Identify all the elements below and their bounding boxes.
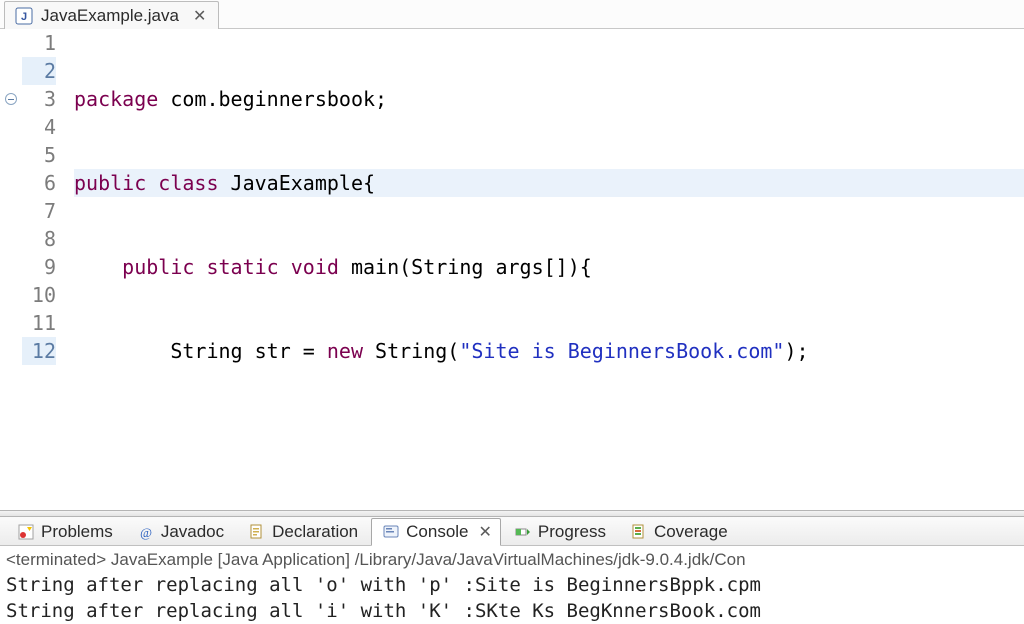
tab-label: Javadoc — [161, 522, 224, 542]
line-number: 7 — [22, 197, 56, 225]
gutter-marks — [0, 29, 22, 510]
editor-body[interactable]: 1 2 3 4 5 6 7 8 9 10 11 12 package com.b… — [0, 29, 1024, 510]
line-number: 4 — [22, 113, 56, 141]
tab-declaration[interactable]: Declaration — [237, 518, 369, 545]
tab-progress[interactable]: Progress — [503, 518, 617, 545]
line-number: 2 — [22, 57, 56, 85]
javadoc-icon: @ — [137, 523, 155, 541]
console-output-line: String after replacing all 'o' with 'p' … — [6, 572, 1018, 598]
console-icon — [382, 523, 400, 541]
line-number: 10 — [22, 281, 56, 309]
fold-icon[interactable] — [5, 93, 17, 105]
line-number-gutter: 1 2 3 4 5 6 7 8 9 10 11 12 — [22, 29, 66, 510]
line-number: 3 — [22, 85, 56, 113]
ide-root: J JavaExample.java ✕ 1 2 3 4 5 6 7 8 9 1 — [0, 0, 1024, 624]
svg-text:J: J — [21, 11, 27, 23]
tab-label: Problems — [41, 522, 113, 542]
tab-label: Progress — [538, 522, 606, 542]
java-file-icon: J — [15, 7, 33, 25]
progress-icon — [514, 523, 532, 541]
editor-tab-bar: J JavaExample.java ✕ — [0, 0, 1024, 29]
close-icon[interactable]: ✕ — [479, 522, 490, 542]
tab-label: Console — [406, 522, 468, 542]
line-number: 6 — [22, 169, 56, 197]
editor-tab-javaexample[interactable]: J JavaExample.java ✕ — [4, 1, 219, 29]
console-output-line: String after replacing all 'i' with 'K' … — [6, 598, 1018, 624]
line-number: 12 — [22, 337, 56, 365]
console-panel: <terminated> JavaExample [Java Applicati… — [0, 546, 1024, 624]
console-status: <terminated> JavaExample [Java Applicati… — [6, 548, 1018, 572]
svg-text:@: @ — [140, 525, 152, 540]
editor-tab-label: JavaExample.java — [41, 6, 179, 26]
tab-problems[interactable]: Problems — [6, 518, 124, 545]
close-icon[interactable]: ✕ — [193, 6, 204, 26]
line-number: 1 — [22, 29, 56, 57]
line-number: 8 — [22, 225, 56, 253]
bottom-view-tabs: Problems @ Javadoc Declaration Console ✕ — [0, 517, 1024, 546]
coverage-icon — [630, 523, 648, 541]
tab-console[interactable]: Console ✕ — [371, 518, 501, 546]
declaration-icon — [248, 523, 266, 541]
tab-label: Coverage — [654, 522, 728, 542]
line-number: 9 — [22, 253, 56, 281]
tab-javadoc[interactable]: @ Javadoc — [126, 518, 235, 545]
tab-label: Declaration — [272, 522, 358, 542]
panel-divider[interactable] — [0, 510, 1024, 517]
problems-icon — [17, 523, 35, 541]
line-number: 11 — [22, 309, 56, 337]
line-number: 5 — [22, 141, 56, 169]
code-area[interactable]: package com.beginnersbook; public class … — [66, 29, 1024, 510]
tab-coverage[interactable]: Coverage — [619, 518, 739, 545]
